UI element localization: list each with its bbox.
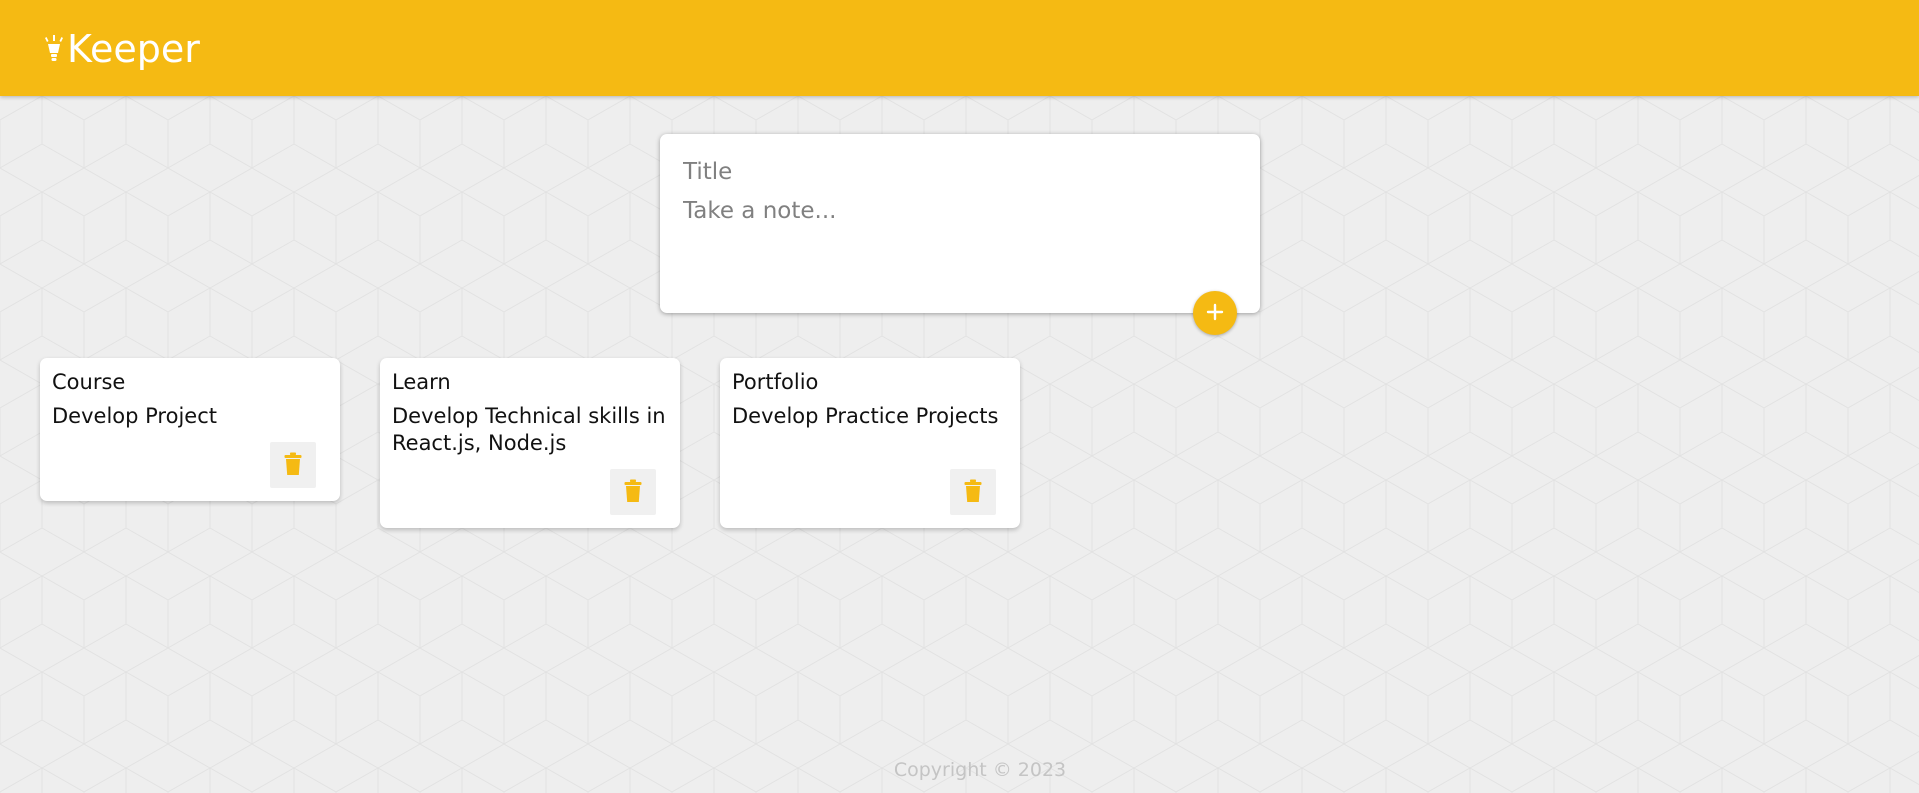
note-composer bbox=[660, 134, 1260, 313]
trash-icon bbox=[964, 479, 982, 506]
app-title: Keeper bbox=[67, 27, 200, 71]
note-title: Course bbox=[52, 370, 126, 394]
note-content: Develop Practice Projects bbox=[732, 404, 999, 428]
note-title: Learn bbox=[392, 370, 451, 394]
trash-icon bbox=[624, 479, 642, 506]
title-input[interactable] bbox=[683, 156, 1233, 188]
plus-icon bbox=[1204, 301, 1226, 326]
trash-icon bbox=[284, 452, 302, 479]
delete-note-button[interactable] bbox=[610, 469, 656, 515]
delete-note-button[interactable] bbox=[950, 469, 996, 515]
note-content: Develop Project bbox=[52, 404, 217, 428]
copyright-text: Copyright © 2023 bbox=[893, 759, 1067, 781]
lightbulb-icon bbox=[42, 34, 66, 64]
app-header: Keeper bbox=[0, 0, 1919, 96]
delete-note-button[interactable] bbox=[270, 442, 316, 488]
note-title: Portfolio bbox=[732, 370, 819, 394]
brand-logo[interactable]: Keeper bbox=[42, 26, 200, 72]
note-card: Learn Develop Technical skills in React.… bbox=[380, 358, 680, 528]
note-content-input[interactable] bbox=[683, 196, 1233, 286]
note-content: Develop Technical skills in React.js, No… bbox=[392, 404, 666, 455]
add-note-button[interactable] bbox=[1193, 291, 1237, 335]
note-card: Portfolio Develop Practice Projects bbox=[720, 358, 1020, 528]
note-card: Course Develop Project bbox=[40, 358, 340, 501]
page-footer: Copyright © 2023 bbox=[0, 740, 1919, 793]
